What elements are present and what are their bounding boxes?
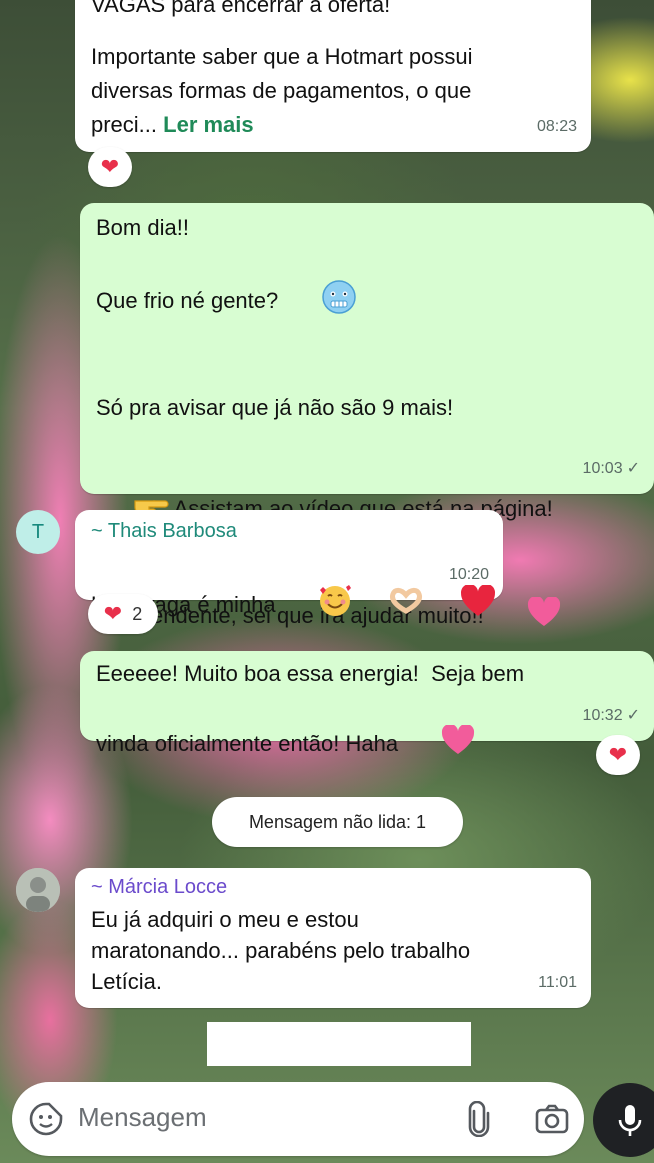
message-text-line: preci... Ler mais <box>91 108 473 142</box>
heart-icon: ❤ <box>103 601 123 626</box>
reaction-count: 2 <box>132 603 143 624</box>
message-input[interactable]: Mensagem <box>78 1102 207 1133</box>
attach-icon[interactable] <box>466 1100 492 1142</box>
message-text-line <box>96 359 561 391</box>
truncated-text: preci... <box>91 112 164 137</box>
sender-name[interactable]: ~ Márcia Locce <box>91 874 227 900</box>
smiling-face-hearts-emoji-icon <box>282 550 353 662</box>
message-text-line: Eu já adquiri o meu e estou <box>91 907 359 932</box>
pink-heart-emoji-icon <box>404 691 475 799</box>
redacted-block <box>207 1022 471 1066</box>
heart-hands-emoji-icon <box>352 553 423 659</box>
message-bubble-incoming-1[interactable]: VAGAS para encerrar a oferta! Importante… <box>75 0 591 152</box>
sticker-icon[interactable] <box>28 1101 64 1142</box>
unread-divider-text: Mensagem não lida: 1 <box>248 811 427 832</box>
message-text-line <box>91 22 473 40</box>
avatar[interactable]: T <box>16 510 60 554</box>
message-text-line: Bom dia!! <box>96 215 189 240</box>
message-text-line: maratonando... parabéns pelo trabalho <box>91 938 471 963</box>
read-more-link[interactable]: Ler mais <box>163 112 254 137</box>
message-timestamp: 11:01 <box>538 974 577 991</box>
message-text-line: Que frio né gente? <box>96 245 561 359</box>
message-timestamp: 10:20 <box>448 566 489 583</box>
time-text: 10:03 <box>582 460 623 477</box>
message-bubble-incoming-3[interactable]: ~ Márcia Locce Eu já adquiri o meu e est… <box>75 868 591 1008</box>
avatar-letter: T <box>31 520 45 543</box>
message-text-line: vinda oficialmente então! Haha <box>96 691 524 799</box>
unread-divider: Mensagem não lida: 1 <box>212 797 463 847</box>
message-reaction[interactable]: ❤ <box>88 147 132 187</box>
profile-photo-icon <box>16 868 60 912</box>
message-bubble-outgoing-1[interactable]: Bom dia!! Que frio né gente? Só pra avis… <box>80 203 654 628</box>
sender-name[interactable]: ~ Thais Barbosa <box>91 518 237 544</box>
avatar[interactable] <box>16 868 60 912</box>
message-text-line: Eeeeee! Muito boa essa energia! Seja bem <box>96 661 525 686</box>
heart-icon: ❤ <box>608 742 628 767</box>
heart-icon: ❤ <box>100 154 120 179</box>
message-text-line: diversas formas de pagamentos, o que <box>91 78 472 103</box>
message-timestamp: 10:32 ✓ <box>583 699 640 733</box>
message-text: vinda oficialmente então! Haha <box>96 730 399 756</box>
message-composer[interactable]: Mensagem <box>12 1082 584 1156</box>
message-text-line: VAGAS para encerrar a oferta! <box>91 0 391 17</box>
cold-face-emoji-icon <box>284 245 357 359</box>
mic-icon <box>616 1103 644 1144</box>
message-text-line: Só pra avisar que já não são 9 mais! <box>96 395 454 420</box>
single-check-icon: ✓ <box>626 460 640 477</box>
message-bubble-outgoing-2[interactable]: Eeeeee! Muito boa essa energia! Seja bem… <box>80 651 654 756</box>
camera-icon[interactable] <box>534 1101 570 1142</box>
message-bubble-incoming-2[interactable]: ~ Thais Barbosa Uma vaga é minha 10:20 <box>75 510 503 617</box>
message-text: Que frio né gente? <box>96 287 279 313</box>
message-timestamp: 10:03 ✓ <box>583 452 640 486</box>
message-text-line: Letícia. <box>91 969 162 994</box>
message-text-line <box>96 425 561 457</box>
message-timestamp: 08:23 <box>536 118 577 135</box>
message-text-line: Importante saber que a Hotmart possui <box>91 44 473 69</box>
message-reaction[interactable]: ❤ 2 <box>88 594 158 634</box>
message-reaction[interactable]: ❤ <box>596 735 640 775</box>
single-check-icon: ✓ <box>626 707 640 724</box>
time-text: 10:32 <box>582 707 623 724</box>
